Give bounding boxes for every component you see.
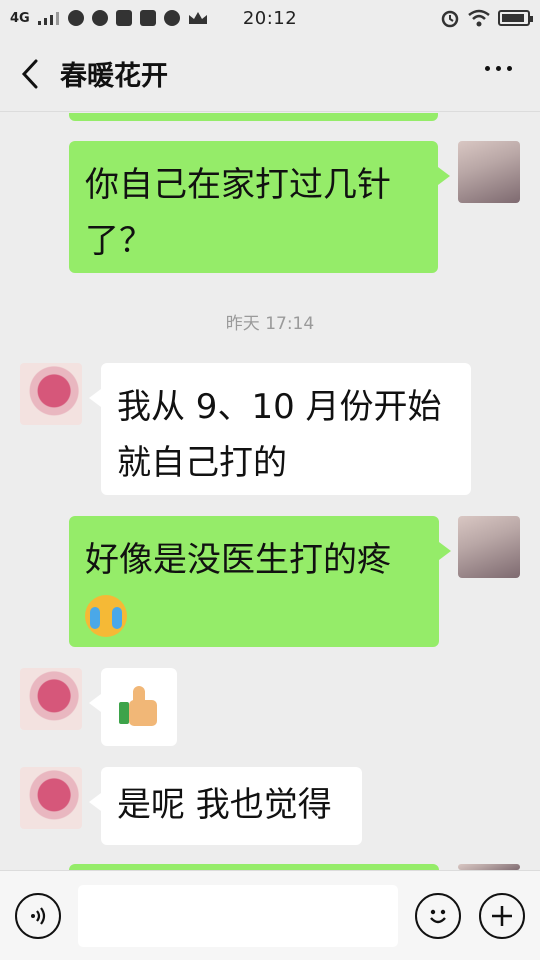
signal-icon: [37, 12, 59, 25]
message-bubble-received[interactable]: 是呢 我也觉得: [89, 767, 362, 845]
alarm-icon: [441, 10, 459, 28]
status-bar: 4G 20:12: [0, 0, 540, 36]
emoji-button[interactable]: [415, 893, 461, 939]
voice-button[interactable]: [15, 893, 61, 939]
status-left: 4G: [10, 10, 208, 26]
network-label: 4G: [10, 10, 30, 26]
message-text: 你自己在家打过几针了？: [85, 165, 391, 261]
wechat-icon: [163, 10, 180, 26]
message-text-line: 我从 9、10 月份开始: [117, 387, 442, 427]
app-notification-icon: [139, 10, 156, 26]
voice-icon: [31, 907, 46, 925]
loudly-crying-face-icon: [85, 594, 127, 637]
app-notification-icon: [67, 10, 84, 26]
message-text: 是呢 我也觉得: [117, 785, 332, 825]
input-bar: [0, 870, 540, 960]
message-bubble-partial: [69, 113, 438, 121]
crown-icon: [188, 12, 207, 24]
message-bubble-received[interactable]: 我从 9、10 月份开始 就自己打的: [89, 363, 471, 495]
contact-avatar[interactable]: [20, 363, 82, 425]
message-input[interactable]: [78, 885, 398, 947]
my-avatar[interactable]: [458, 141, 520, 203]
plus-icon: [492, 906, 512, 926]
app-notification-icon: [91, 10, 108, 26]
status-right: [440, 8, 533, 28]
battery-icon: [498, 10, 533, 26]
chat-title: 春暖花开: [60, 61, 168, 92]
message-timestamp: 昨天 17:14: [225, 314, 315, 334]
message-bubble-received[interactable]: [89, 668, 177, 746]
smile-icon: [430, 909, 446, 924]
message-bubble-sent[interactable]: 好像是没医生打的疼: [69, 516, 451, 647]
more-dots-icon: [485, 66, 490, 71]
app-notification-icon: [115, 10, 132, 26]
wifi-icon: [468, 9, 490, 27]
more-button[interactable]: [485, 66, 512, 71]
back-button[interactable]: [0, 36, 60, 112]
thumbs-up-icon: [119, 686, 159, 726]
contact-avatar[interactable]: [20, 668, 82, 730]
my-avatar[interactable]: [458, 516, 520, 578]
chat-header: 春暖花开: [0, 36, 540, 112]
message-bubble-sent[interactable]: 你自己在家打过几针了？: [69, 141, 450, 273]
chevron-left-icon: [21, 59, 38, 88]
message-list[interactable]: 你自己在家打过几针了？ 昨天 17:14 我从 9、10 月份开始 就自己打的 …: [0, 113, 540, 870]
message-text-line: 就自己打的: [117, 443, 287, 483]
contact-avatar[interactable]: [20, 767, 82, 829]
message-text: 好像是没医生打的疼: [85, 540, 391, 580]
more-functions-button[interactable]: [479, 893, 525, 939]
